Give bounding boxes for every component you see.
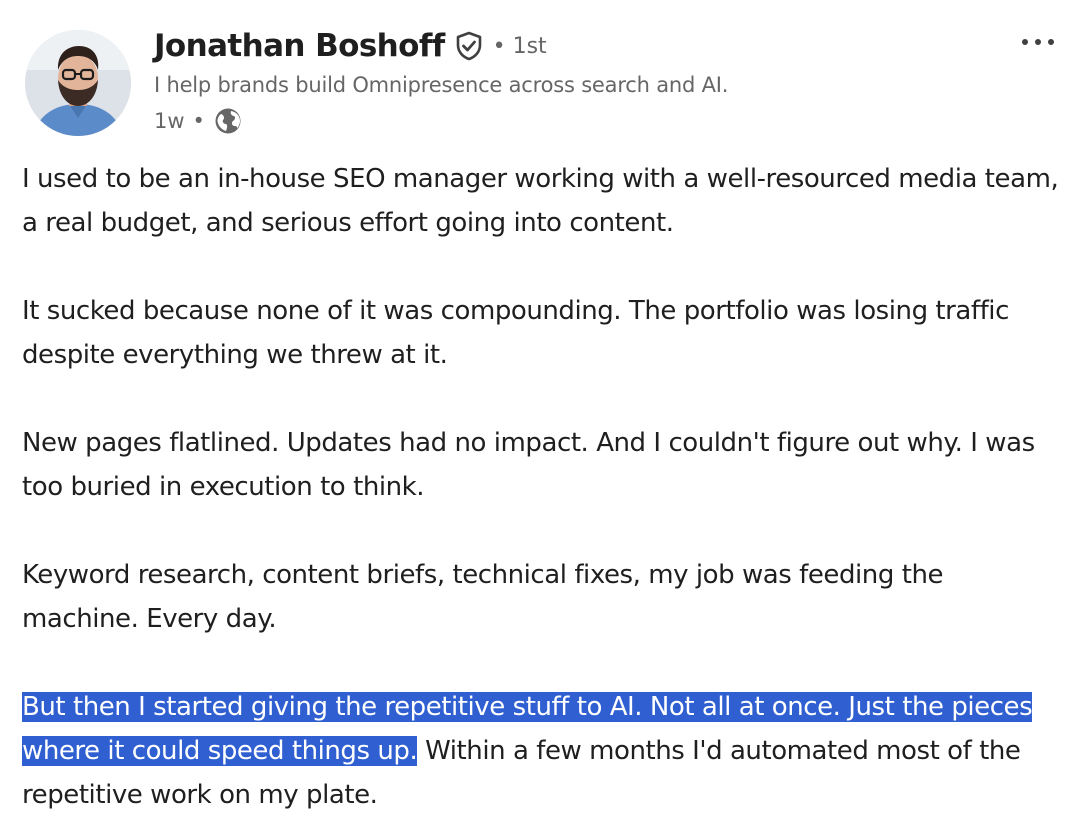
- author-name[interactable]: Jonathan Boshoff: [154, 28, 445, 64]
- post-paragraph-last: But then I started giving the repetitive…: [22, 685, 1067, 817]
- globe-icon: [213, 106, 243, 136]
- meta-separator: •: [192, 109, 205, 133]
- degree-label: 1st: [512, 33, 547, 59]
- post-paragraph: I used to be an in-house SEO manager wor…: [22, 164, 1059, 238]
- post-paragraph: It sucked because none of it was compoun…: [22, 296, 1009, 370]
- ellipsis-icon: [1022, 39, 1054, 45]
- feed-post: Jonathan Boshoff • 1st I help brands bui…: [0, 0, 1082, 824]
- verified-shield-icon[interactable]: [455, 31, 483, 61]
- post-meta: 1w •: [154, 106, 243, 136]
- author-headline: I help brands build Omnipresence across …: [154, 73, 729, 97]
- author-name-row: Jonathan Boshoff • 1st: [154, 28, 547, 64]
- post-paragraph: Keyword research, content briefs, techni…: [22, 560, 944, 634]
- post-body: I used to be an in-house SEO manager wor…: [22, 157, 1067, 824]
- degree-separator: •: [492, 33, 506, 59]
- post-paragraph: New pages flatlined. Updates had no impa…: [22, 428, 1035, 502]
- more-options-button[interactable]: [1018, 22, 1058, 62]
- author-photo: [25, 30, 131, 136]
- author-avatar[interactable]: [25, 30, 131, 136]
- connection-degree: • 1st: [493, 34, 547, 59]
- post-time[interactable]: 1w: [154, 109, 185, 133]
